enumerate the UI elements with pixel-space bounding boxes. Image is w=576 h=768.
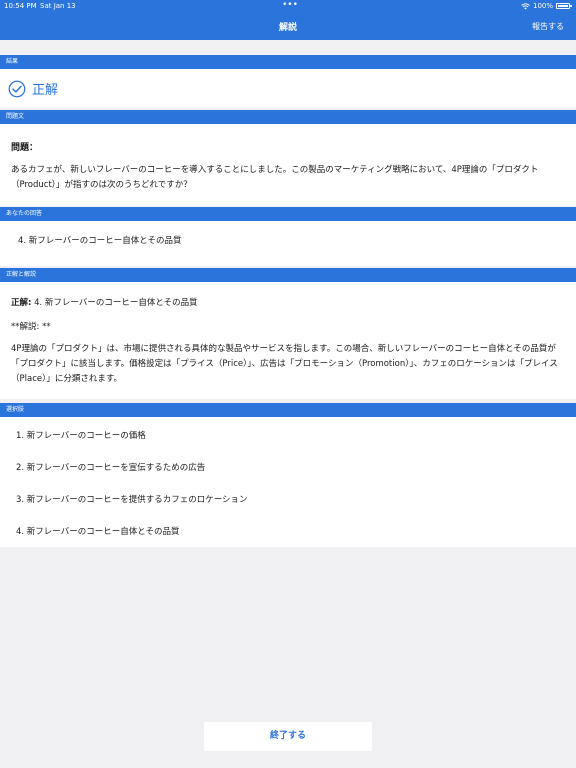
status-time: 10:54 PM: [4, 2, 37, 10]
result-row: 正解: [0, 69, 576, 108]
section-header-question: 問題文: [0, 110, 576, 124]
explanation-mark: **解説: **: [11, 322, 51, 332]
check-circle-icon: [8, 80, 26, 97]
section-header-choices: 選択肢: [0, 403, 576, 417]
section-header-explanation: 正解と解説: [0, 268, 576, 282]
correct-answer-label: 正解:: [11, 298, 32, 308]
correct-answer-line: 正解: 4. 新フレーバーのコーヒー自体とその品質: [11, 296, 198, 308]
section-header-your-answer: あなたの回答: [0, 207, 576, 221]
choices-panel: 1. 新フレーバーのコーヒーの価格 2. 新フレーバーのコーヒーを宣伝するための…: [0, 417, 576, 547]
your-answer-text: 4. 新フレーバーのコーヒー自体とその品質: [18, 236, 182, 246]
question-title: 問題：: [11, 143, 39, 153]
top-bar: 10:54 PM Sat Jan 13 ••• 100% 解説 報告する: [0, 0, 576, 40]
status-right: 100%: [521, 2, 572, 10]
report-button[interactable]: 報告する: [532, 21, 564, 32]
choice-item: 1. 新フレーバーのコーヒーの価格: [16, 431, 146, 441]
battery-icon: [556, 3, 572, 9]
your-answer-panel: 4. 新フレーバーのコーヒー自体とその品質: [0, 221, 576, 266]
question-panel: 問題： あるカフェが、新しいフレーバーのコーヒーを導入することにしました。この製…: [0, 124, 576, 206]
status-date: Sat Jan 13: [40, 2, 76, 10]
screen: 10:54 PM Sat Jan 13 ••• 100% 解説 報告する 結果 …: [0, 0, 576, 768]
section-header-result: 結果: [0, 55, 576, 69]
battery-percent: 100%: [532, 2, 553, 10]
multitask-dots[interactable]: •••: [282, 0, 298, 10]
explanation-panel: 正解: 4. 新フレーバーのコーヒー自体とその品質 **解説: ** 4P理論の…: [0, 282, 576, 399]
correct-answer-text: 4. 新フレーバーのコーヒー自体とその品質: [31, 298, 198, 308]
choice-item: 2. 新フレーバーのコーヒーを宣伝するための広告: [16, 463, 206, 473]
choice-item: 4. 新フレーバーのコーヒー自体とその品質: [16, 527, 180, 537]
page-title: 解説: [278, 23, 297, 33]
question-body: あるカフェが、新しいフレーバーのコーヒーを導入することにしました。この製品のマー…: [11, 165, 539, 190]
wifi-icon: [521, 2, 530, 9]
explanation-body: 4P理論の「プロダクト」は、市場に提供される具体的な製品やサービスを指します。こ…: [11, 344, 558, 384]
finish-button[interactable]: 終了する: [204, 722, 372, 751]
result-label: 正解: [32, 83, 59, 98]
choice-item: 3. 新フレーバーのコーヒーを提供するカフェのロケーション: [16, 495, 248, 505]
result-panel: 正解: [0, 69, 576, 108]
